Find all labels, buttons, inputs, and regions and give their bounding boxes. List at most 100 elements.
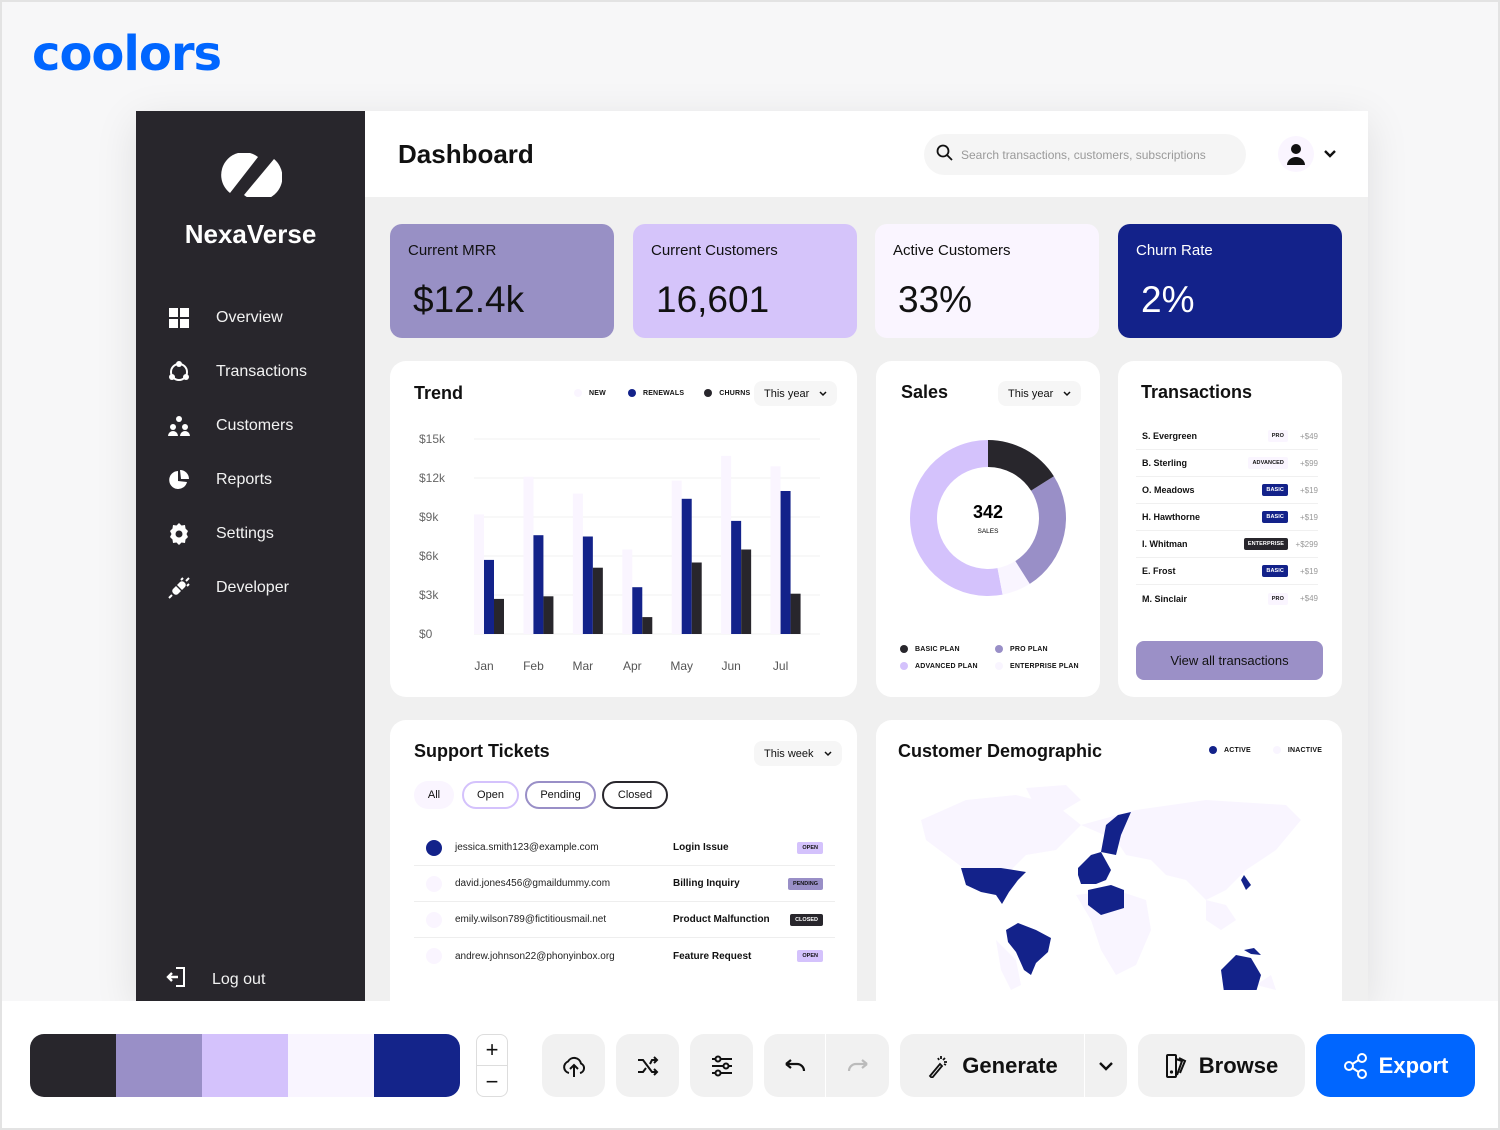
redo-button[interactable] <box>827 1034 889 1097</box>
customer-demographic-card: Customer Demographic ACTIVE INACTIVE <box>876 720 1342 1001</box>
ticket-row[interactable]: jessica.smith123@example.com Login Issue O… <box>414 830 835 866</box>
bar-churns-may[interactable] <box>691 562 702 635</box>
sidebar-item-developer[interactable]: Developer <box>166 561 307 615</box>
app-name: NexaVerse <box>184 219 317 249</box>
kpi-value: 16,601 <box>656 279 770 320</box>
palette-swatch[interactable] <box>30 1034 116 1097</box>
bar-churns-feb[interactable] <box>543 596 554 634</box>
ticket-status-badge: CLOSED <box>790 913 823 926</box>
ticket-email: jessica.smith123@example.com <box>455 842 599 853</box>
bar-churns-apr[interactable] <box>642 617 653 634</box>
sidebar-item-reports[interactable]: Reports <box>166 453 307 507</box>
share-icon <box>1343 1052 1367 1079</box>
transaction-row[interactable]: B. Sterling ADVANCED +$99 <box>1136 450 1318 477</box>
customer-name: H. Hawthorne <box>1142 512 1201 522</box>
shuffle-button[interactable] <box>616 1034 679 1097</box>
palette-swatch[interactable] <box>374 1034 460 1097</box>
user-avatar[interactable] <box>1278 136 1314 172</box>
redo-icon <box>847 1058 868 1071</box>
kpi-label: Active Customers <box>893 242 1011 259</box>
plan-badge: PRO <box>1267 592 1288 605</box>
sales-legend-basic: BASIC PLAN <box>900 645 960 653</box>
logout-button[interactable]: Log out <box>166 966 265 993</box>
legend-label: PRO PLAN <box>1010 645 1048 653</box>
sales-legend-advanced: ADVANCED PLAN <box>900 662 978 670</box>
bar-churns-jul[interactable] <box>790 593 801 634</box>
bar-renewals-apr[interactable] <box>632 587 643 634</box>
adjust-button[interactable] <box>690 1034 753 1097</box>
transaction-row[interactable]: M. Sinclair PRO +$49 <box>1136 585 1318 612</box>
ticket-row[interactable]: david.jones456@gmaildummy.com Billing Inq… <box>414 866 835 902</box>
generate-options-button[interactable] <box>1085 1034 1127 1097</box>
bar-new-jun[interactable] <box>721 455 732 634</box>
logout-icon <box>166 966 188 993</box>
bar-renewals-mar[interactable] <box>582 536 593 635</box>
bar-churns-mar[interactable] <box>592 567 603 634</box>
bar-new-feb[interactable] <box>523 476 534 634</box>
search-bar[interactable] <box>924 134 1246 175</box>
sidebar: NexaVerse Overview Transactions Customer… <box>136 111 365 1001</box>
amount: +$49 <box>1299 431 1318 441</box>
bar-new-may[interactable] <box>671 480 682 634</box>
palette-swatch[interactable] <box>202 1034 288 1097</box>
save-cloud-button[interactable] <box>542 1034 605 1097</box>
zoom-out-button[interactable]: − <box>477 1066 507 1097</box>
legend-label: ACTIVE <box>1224 746 1251 754</box>
bar-new-jul[interactable] <box>770 466 781 634</box>
transaction-row[interactable]: O. Meadows BASIC +$19 <box>1136 477 1318 504</box>
bar-churns-jan[interactable] <box>494 598 504 634</box>
palette-swatch[interactable] <box>288 1034 374 1097</box>
bar-new-mar[interactable] <box>572 493 583 634</box>
kpi-label: Current Customers <box>651 242 778 259</box>
legend-dot <box>900 645 908 653</box>
y-tick-label: $9k <box>419 510 439 524</box>
ticket-row[interactable]: emily.wilson789@fictitiousmail.net Produc… <box>414 902 835 938</box>
bar-renewals-feb[interactable] <box>533 535 544 634</box>
donut-slice-pro-plan[interactable] <box>1015 476 1066 584</box>
transaction-row[interactable]: E. Frost BASIC +$19 <box>1136 558 1318 585</box>
transaction-row[interactable]: H. Hawthorne BASIC +$19 <box>1136 504 1318 531</box>
sidebar-item-settings[interactable]: Settings <box>166 507 307 561</box>
filter-open[interactable]: Open <box>462 781 519 809</box>
filter-all[interactable]: All <box>414 781 454 809</box>
nexaverse-logo-icon <box>221 153 282 197</box>
ticket-row[interactable]: andrew.johnson22@phonyinbox.org Feature R… <box>414 938 835 974</box>
generate-button[interactable]: Generate <box>900 1034 1085 1097</box>
magic-wand-icon <box>929 1055 948 1078</box>
sales-legend-enterprise: ENTERPRISE PLAN <box>995 662 1079 670</box>
bar-renewals-jan[interactable] <box>484 559 494 634</box>
amount: +$299 <box>1295 539 1318 549</box>
sliders-icon <box>711 1055 732 1076</box>
transaction-row[interactable]: S. Evergreen PRO +$49 <box>1136 423 1318 450</box>
browse-button[interactable]: Browse <box>1138 1034 1305 1097</box>
filter-pending[interactable]: Pending <box>525 781 596 809</box>
search-input[interactable] <box>961 147 1231 162</box>
export-button[interactable]: Export <box>1316 1034 1475 1097</box>
demographic-legend: ACTIVE INACTIVE <box>1209 746 1322 754</box>
support-period-dropdown[interactable]: This week <box>754 741 842 766</box>
generate-group: Generate <box>900 1034 1127 1097</box>
bar-new-apr[interactable] <box>622 549 633 635</box>
legend-label: ADVANCED PLAN <box>915 662 978 670</box>
sidebar-item-label: Settings <box>216 525 274 542</box>
sidebar-item-transactions[interactable]: Transactions <box>166 345 307 399</box>
legend-label: BASIC PLAN <box>915 645 960 653</box>
zoom-in-button[interactable]: + <box>477 1035 507 1066</box>
bar-renewals-jun[interactable] <box>731 520 742 634</box>
bar-renewals-jul[interactable] <box>780 491 791 634</box>
chevron-down-icon[interactable] <box>1323 146 1337 164</box>
sidebar-item-overview[interactable]: Overview <box>166 291 307 345</box>
bar-churns-jun[interactable] <box>741 549 752 635</box>
bar-renewals-may[interactable] <box>681 498 692 634</box>
sidebar-item-customers[interactable]: Customers <box>166 399 307 453</box>
transaction-row[interactable]: I. Whitman ENTERPRISE +$299 <box>1136 531 1318 558</box>
coolors-logo[interactable]: coolors <box>32 30 222 78</box>
sidebar-item-label: Customers <box>216 417 294 434</box>
kpi-card-churn-rate: Churn Rate 2% <box>1118 224 1342 338</box>
bar-new-jan[interactable] <box>474 514 484 634</box>
palette-swatch[interactable] <box>116 1034 202 1097</box>
ticket-indicator <box>426 839 442 856</box>
view-all-transactions-button[interactable]: View all transactions <box>1136 641 1323 680</box>
undo-button[interactable] <box>764 1034 826 1097</box>
filter-closed[interactable]: Closed <box>602 781 668 809</box>
